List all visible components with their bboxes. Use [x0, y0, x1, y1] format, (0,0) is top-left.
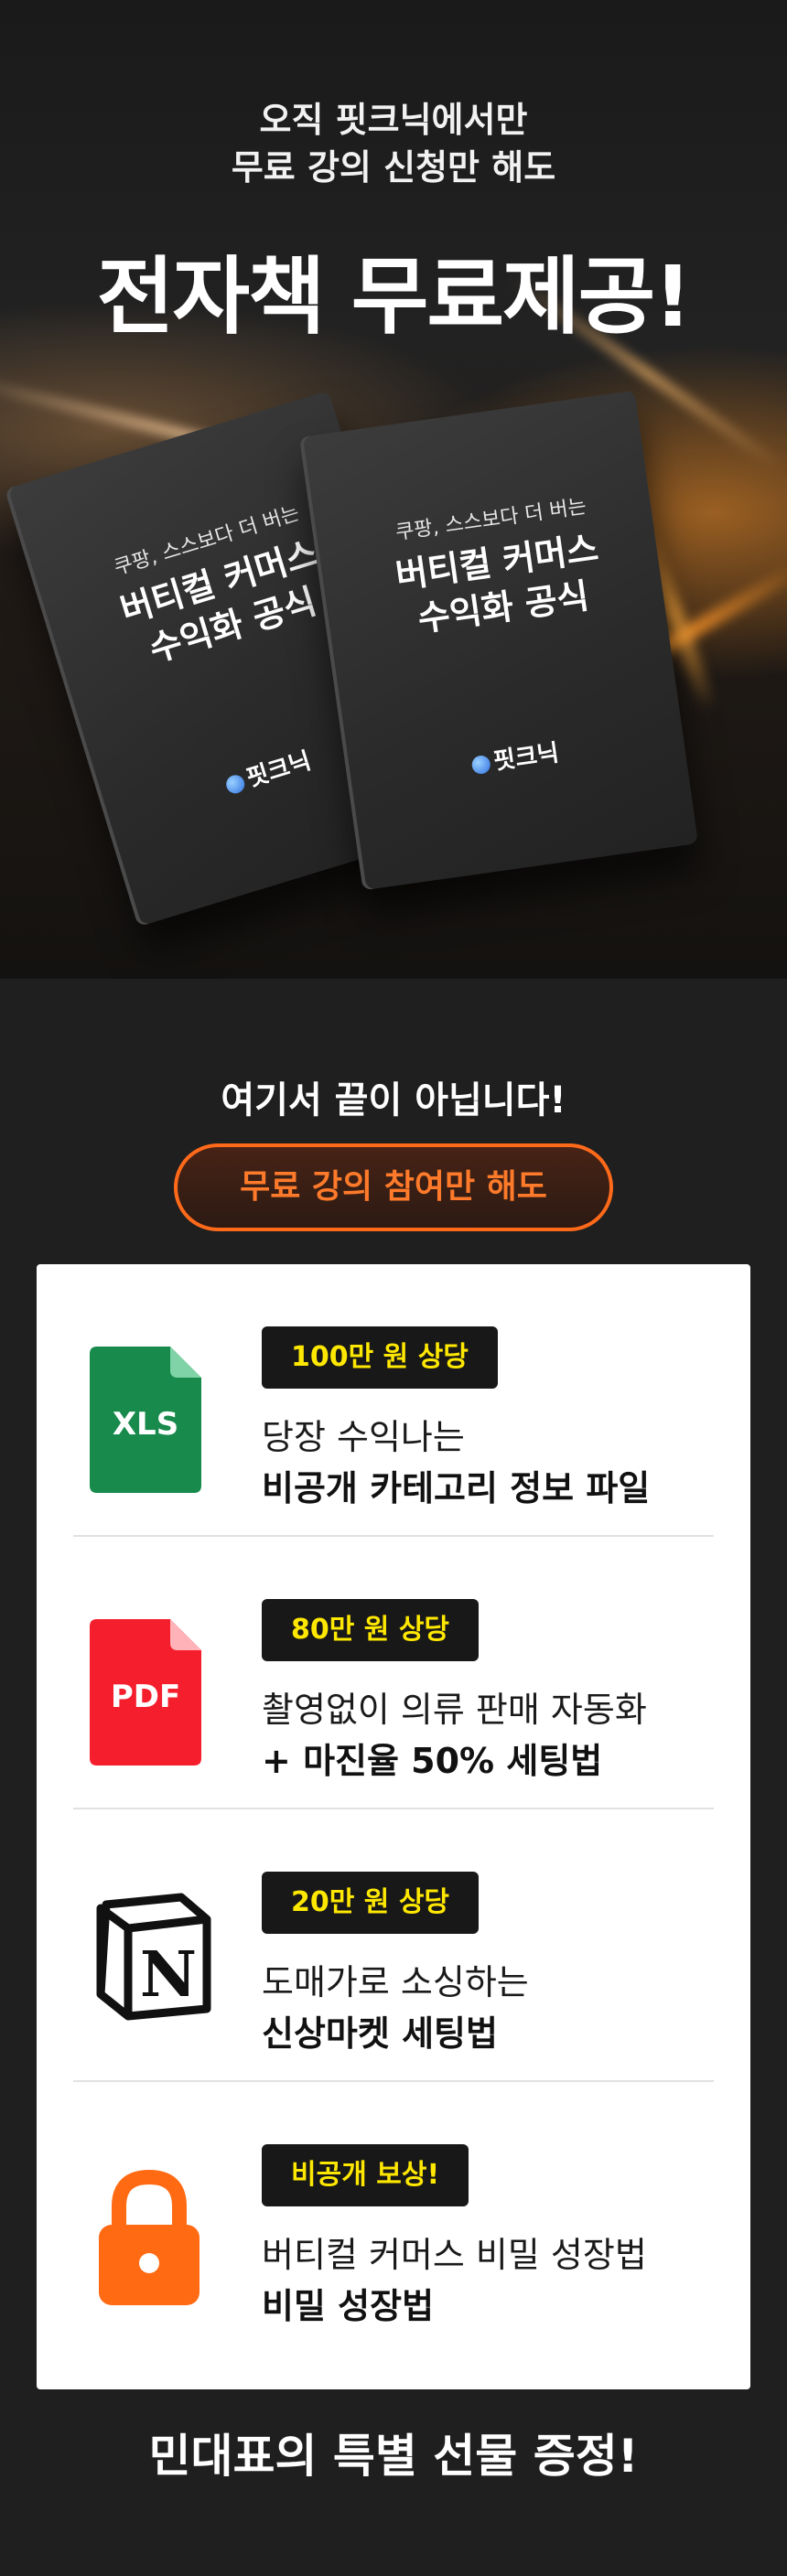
logo-icon [223, 772, 247, 796]
hero-subtitle-2: 무료 강의 신청만 해도 [231, 147, 556, 188]
lock-icon [90, 2164, 209, 2311]
hero-banner: 오직 핏크닉에서만 무료 강의 신청만 해도 전자책 무료제공! 쿠팡, 스스보… [0, 0, 787, 979]
pdf-icon-label: PDF [111, 1679, 180, 1715]
page: 오직 핏크닉에서만 무료 강의 신청만 해도 전자책 무료제공! 쿠팡, 스스보… [0, 0, 787, 2576]
list-item: XLS 100만 원 상당 당장 수익나는 비공개 카테고리 정보 파일 [37, 1264, 750, 1537]
book-logo: 핏크닉 [345, 716, 685, 797]
logo-text: 핏크닉 [491, 739, 561, 776]
value-badge: 100만 원 상당 [262, 1326, 498, 1389]
ebook-cover-front: 쿠팡, 스스보다 더 버는 버티컬 커머스 수익화 공식 핏크닉 [299, 390, 698, 891]
notion-icon: N [90, 1892, 211, 2038]
list-item: PDF 80만 원 상당 촬영없이 의류 판매 자동화 + 마진율 50% 세팅… [37, 1537, 750, 1809]
bonus-section: 여기서 끝이 아닙니다! 무료 강의 참여만 해도 XLS 100만 원 상당 … [0, 979, 787, 2576]
cta-pill: 무료 강의 참여만 해도 [174, 1143, 613, 1231]
footer-title: 민대표의 특별 선물 증정! [148, 2430, 639, 2483]
logo-icon [470, 754, 492, 775]
list-item: 비공개 보상! 버티컬 커머스 비밀 성장법 비밀 성장법 [37, 2082, 750, 2355]
section-title: 여기서 끝이 아닙니다! [221, 1079, 566, 1122]
item-title: 신상마켓 세팅법 [262, 2013, 498, 2054]
item-desc: 촬영없이 의류 판매 자동화 [262, 1690, 647, 1730]
list-item: N 20만 원 상당 도매가로 소싱하는 신상마켓 세팅법 [37, 1809, 750, 2082]
value-badge: 80만 원 상당 [262, 1599, 480, 1661]
pdf-file-icon: PDF [90, 1619, 209, 1766]
value-badge: 20만 원 상당 [262, 1872, 480, 1934]
item-desc: 버티컬 커머스 비밀 성장법 [262, 2235, 647, 2275]
item-title: 비공개 카테고리 정보 파일 [262, 1468, 651, 1508]
xls-icon-label: XLS [113, 1406, 178, 1443]
bonus-list-card: XLS 100만 원 상당 당장 수익나는 비공개 카테고리 정보 파일 PDF [37, 1264, 750, 2389]
value-badge: 비공개 보상! [262, 2144, 469, 2206]
notion-icon-label: N [140, 1938, 197, 2012]
item-title: + 마진율 50% 세팅법 [262, 1741, 603, 1781]
item-desc: 도매가로 소싱하는 [262, 1962, 529, 2002]
item-title: 비밀 성장법 [262, 2286, 435, 2326]
xls-file-icon: XLS [90, 1347, 209, 1493]
hero-subtitle-1: 오직 핏크닉에서만 [259, 100, 528, 140]
item-desc: 당장 수익나는 [262, 1417, 465, 1457]
logo-text: 핏크닉 [243, 746, 315, 793]
hero-title: 전자책 무료제공! [96, 248, 692, 346]
